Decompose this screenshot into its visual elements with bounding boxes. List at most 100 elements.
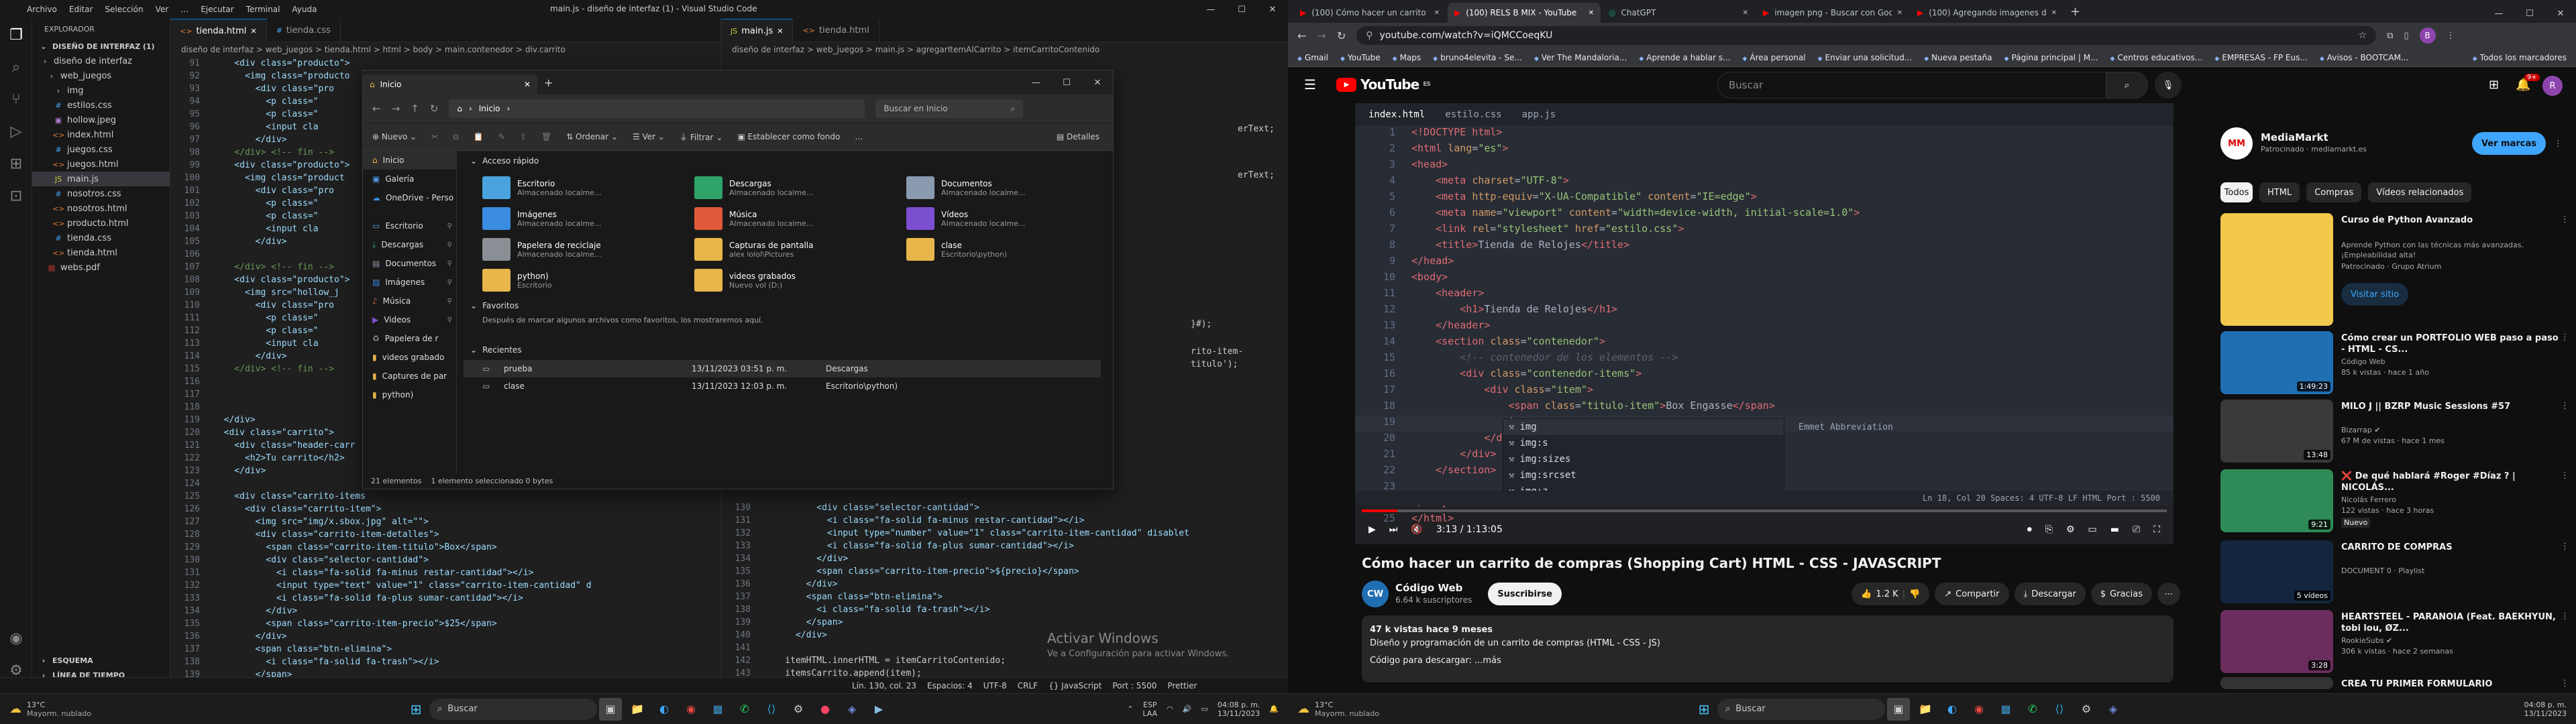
- menu-ayuda[interactable]: Ayuda: [292, 5, 317, 14]
- youtube-avatar[interactable]: R: [2542, 76, 2563, 96]
- menu-seleccion[interactable]: Selección: [105, 5, 143, 14]
- maximize-icon[interactable]: ☐: [2514, 4, 2545, 23]
- view-button[interactable]: ☰ Ver ⌄: [633, 132, 665, 141]
- eol[interactable]: CRLF: [1018, 681, 1038, 690]
- file-tree-item[interactable]: › img: [32, 83, 170, 98]
- bookmark-item[interactable]: ◆ bruno4elevita - Se...: [1433, 53, 1522, 62]
- app-icon[interactable]: ●: [814, 698, 837, 721]
- description-more[interactable]: Código para descargar: ...más: [1370, 654, 2165, 668]
- back-icon[interactable]: ←: [1297, 29, 1306, 42]
- taskbar-search[interactable]: ⌕ Buscar: [429, 698, 597, 720]
- profile-avatar[interactable]: B: [2419, 27, 2436, 44]
- forward-icon[interactable]: →: [392, 103, 400, 115]
- file-tree-item[interactable]: ▤ webs.pdf: [32, 260, 170, 275]
- ad-name[interactable]: MediaMarkt: [2261, 131, 2367, 143]
- next-icon[interactable]: ⏭: [1389, 524, 1398, 535]
- minimize-icon[interactable]: —: [2483, 4, 2514, 23]
- file-tree-item[interactable]: # tienda.css: [32, 231, 170, 245]
- explorer-icon[interactable]: ❐: [0, 19, 32, 51]
- file-explorer-icon[interactable]: 📁: [626, 698, 649, 721]
- workspace-header[interactable]: ⌄ DISEÑO DE INTERFAZ (1): [32, 39, 170, 54]
- encoding[interactable]: UTF-8: [983, 681, 1007, 690]
- close-tab-icon[interactable]: ✕: [1589, 9, 1594, 17]
- visit-site-button[interactable]: Visitar sitio: [2341, 283, 2409, 306]
- up-icon[interactable]: ↑: [411, 103, 419, 115]
- refresh-icon[interactable]: ↻: [1337, 29, 1346, 42]
- file-explorer-icon[interactable]: 📁: [1914, 698, 1937, 721]
- chrome-icon[interactable]: ◉: [680, 698, 702, 721]
- fex-nav-item[interactable]: ▭ Escritorio ⚲: [363, 217, 456, 235]
- details-button[interactable]: ▤ Detalles: [1057, 132, 1099, 141]
- settings-gear-icon[interactable]: ⚙: [787, 698, 810, 721]
- volume-mute-icon[interactable]: 🔇: [1411, 524, 1422, 535]
- fex-nav-item[interactable]: ♻ Papelera de r: [363, 329, 456, 348]
- youtube-search-button[interactable]: ⌕: [2106, 72, 2148, 99]
- extensions-icon[interactable]: ⧉: [2387, 31, 2393, 41]
- video-description[interactable]: 47 k vistas hace 9 meses Diseño y progra…: [1362, 615, 2174, 682]
- start-windows-icon[interactable]: ⊞: [405, 698, 427, 721]
- share-button[interactable]: ↗ Compartir: [1935, 583, 2009, 605]
- more-vert-icon[interactable]: ⋮: [2561, 215, 2569, 225]
- related-video[interactable]: 3:28 HEARTSTEEL - PARANOIA (Feat. BAEKHYU…: [2220, 610, 2569, 673]
- thanks-button[interactable]: $ Gracias: [2090, 583, 2152, 605]
- menu-terminal[interactable]: Terminal: [246, 5, 280, 14]
- back-icon[interactable]: ←: [372, 103, 381, 115]
- share-icon[interactable]: ⇪: [520, 132, 527, 141]
- search-icon[interactable]: ⌕: [0, 51, 32, 83]
- voice-search-icon[interactable]: 🎙: [2155, 72, 2182, 99]
- delete-icon[interactable]: 🗑: [541, 132, 551, 141]
- remote-icon[interactable]: ⊡: [0, 180, 32, 212]
- address-input[interactable]: ⌂ › Inicio ›: [449, 99, 865, 118]
- browser-tab[interactable]: ▶ (100) Cómo hacer un carrito de ✕: [1293, 3, 1446, 23]
- fullscreen-icon[interactable]: ⛶: [2153, 524, 2160, 535]
- fex-nav-item[interactable]: ▮ videos grabado: [363, 348, 456, 367]
- file-tree-item[interactable]: <> nosotros.html: [32, 201, 170, 216]
- file-tree-item[interactable]: › diseño de interfaz: [32, 54, 170, 68]
- quick-access-item[interactable]: Vídeos Almacenado localme...: [906, 202, 1108, 235]
- taskbar-search[interactable]: ⌕ Buscar: [1717, 698, 1885, 720]
- address-bar[interactable]: ⚲ youtube.com/watch?v=iQMCCoeqKU ☆: [1356, 26, 2377, 45]
- channel-avatar[interactable]: CW: [1362, 581, 1389, 607]
- quick-access-item[interactable]: Música Almacenado localme...: [694, 202, 896, 235]
- terminal-icon[interactable]: ▶: [867, 698, 890, 721]
- related-video[interactable]: 13:48 MILO J || BZRP Music Sessions #57 Bi…: [2220, 400, 2569, 463]
- editor-tab[interactable]: JS main.js ✕: [721, 19, 794, 42]
- side-panel-icon[interactable]: ▯: [2404, 31, 2409, 41]
- file-tree-item[interactable]: # juegos.css: [32, 142, 170, 157]
- more-vert-icon[interactable]: ⋮: [2561, 401, 2569, 411]
- vscode-taskbar-icon[interactable]: ⟨⟩: [760, 698, 783, 721]
- chrome-menu-icon[interactable]: ⋮: [2447, 31, 2455, 41]
- task-view-icon[interactable]: ▣: [1887, 697, 1910, 721]
- prettier-status[interactable]: Prettier: [1167, 681, 1197, 690]
- language-mode[interactable]: {} JavaScript: [1049, 681, 1102, 690]
- file-tree-item[interactable]: <> juegos.html: [32, 157, 170, 172]
- quick-access-header[interactable]: ⌄ Acceso rápido: [464, 151, 1101, 171]
- maximize-icon[interactable]: ☐: [1226, 0, 1257, 19]
- miniplayer-icon[interactable]: ▭: [2088, 524, 2097, 535]
- recent-item[interactable]: ▭ clase 13/11/2023 12:03 p. m. Escritorio\p…: [464, 377, 1101, 395]
- cursor-position[interactable]: Lín. 130, col. 23: [852, 681, 916, 690]
- more-vert-icon[interactable]: ⋮: [2554, 139, 2563, 149]
- quick-access-item[interactable]: Papelera de reciclaje Almacenado localme.…: [482, 233, 684, 266]
- bookmark-item[interactable]: ◆ Ver The Mandaloria...: [1534, 53, 1627, 62]
- file-tree-item[interactable]: # estilos.css: [32, 98, 170, 113]
- fex-nav-item[interactable]: ▤ Documentos ⚲: [363, 254, 456, 273]
- bookmark-item[interactable]: ◆ Área personal: [1742, 53, 1805, 62]
- like-button[interactable]: 👍 1.2 K | 👎: [1851, 583, 1930, 605]
- hamburger-menu-icon[interactable]: ☰: [1304, 76, 1316, 93]
- bookmark-star-icon[interactable]: ☆: [2359, 30, 2367, 41]
- close-tab-icon[interactable]: ✕: [1743, 9, 1748, 17]
- extensions-icon[interactable]: ⊞: [0, 147, 32, 180]
- quick-access-item[interactable]: clase Escritorio\python): [906, 233, 1108, 266]
- download-button[interactable]: ⤓ Descargar: [2014, 583, 2086, 605]
- file-tree-item[interactable]: ▣ hollow.jpeg: [32, 113, 170, 127]
- bookmark-item[interactable]: ◆ EMPRESAS - FP Eus...: [2214, 53, 2307, 62]
- file-tree-item[interactable]: JS main.js: [32, 172, 170, 186]
- theater-mode-icon[interactable]: ▬: [2110, 524, 2119, 535]
- vscode-taskbar-icon[interactable]: ⟨⟩: [2048, 698, 2071, 721]
- set-background-button[interactable]: ▣ Establecer como fondo: [737, 132, 840, 141]
- related-video[interactable]: 9:21 ❌ De qué hablará #Roger #Díaz ? | NI…: [2220, 469, 2569, 532]
- breadcrumb[interactable]: diseño de interfaz > web_juegos > main.j…: [721, 42, 1288, 57]
- forward-icon[interactable]: →: [1317, 29, 1326, 42]
- more-actions-icon[interactable]: ⋯: [2157, 583, 2180, 605]
